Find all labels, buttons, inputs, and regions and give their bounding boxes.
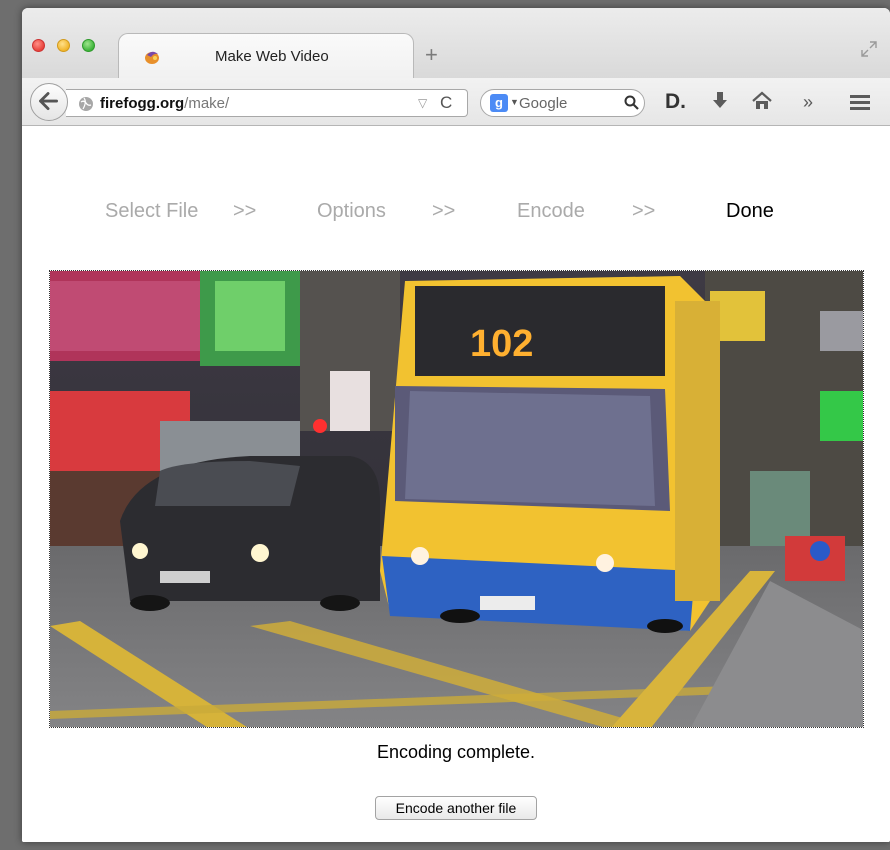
url-path: /make/: [184, 95, 230, 112]
fullscreen-icon[interactable]: [860, 40, 878, 58]
step-encode: Encode: [517, 200, 585, 222]
step-separator: >>: [233, 200, 257, 222]
reload-icon[interactable]: C: [440, 93, 452, 113]
tab-bar: Make Web Video +: [22, 8, 890, 78]
home-icon[interactable]: [751, 91, 773, 111]
tab-title: Make Web Video: [215, 48, 329, 65]
firefogg-icon: [145, 51, 159, 64]
step-separator: >>: [432, 200, 456, 222]
navigation-toolbar: firefogg.org/make/ ▽ C g ▼ Google D. »: [22, 78, 890, 126]
step-done: Done: [726, 200, 774, 222]
url-text[interactable]: firefogg.org/make/: [100, 95, 229, 112]
search-engine-dropdown-icon[interactable]: ▼: [510, 97, 519, 107]
page-content: Select File >> Options >> Encode >> Done: [22, 127, 890, 842]
video-preview[interactable]: 102: [49, 270, 864, 728]
search-input[interactable]: Google: [519, 95, 567, 112]
video-frame: 102: [50, 271, 863, 727]
globe-icon: [79, 97, 93, 111]
download-icon[interactable]: [711, 91, 729, 111]
back-button[interactable]: [30, 83, 68, 121]
new-tab-button[interactable]: +: [425, 44, 438, 66]
close-window-button[interactable]: [32, 39, 45, 52]
browser-window: Make Web Video + firefogg.org/make/ ▽ C: [22, 8, 890, 842]
tab-make-web-video[interactable]: Make Web Video: [118, 33, 414, 78]
menu-icon[interactable]: [850, 95, 870, 110]
url-history-dropdown-icon[interactable]: ▽: [418, 96, 427, 110]
d-extension-icon[interactable]: D.: [665, 91, 686, 113]
encode-another-file-button[interactable]: Encode another file: [375, 796, 537, 820]
status-message: Encoding complete.: [376, 742, 536, 762]
search-bar[interactable]: g ▼ Google: [480, 89, 645, 117]
step-select-file: Select File: [105, 200, 199, 222]
minimize-window-button[interactable]: [57, 39, 70, 52]
bus-sign-number: 102: [470, 323, 533, 365]
overflow-chevron-icon[interactable]: »: [803, 91, 813, 113]
google-search-engine-icon[interactable]: g: [490, 94, 508, 112]
url-domain: firefogg.org: [100, 95, 185, 112]
zoom-window-button[interactable]: [82, 39, 95, 52]
step-separator: >>: [632, 200, 656, 222]
step-indicator: Select File >> Options >> Encode >> Done: [22, 200, 890, 230]
back-arrow-icon: [39, 92, 58, 111]
url-bar[interactable]: firefogg.org/make/ ▽ C: [66, 89, 468, 117]
search-icon[interactable]: [624, 95, 640, 111]
step-options: Options: [317, 200, 386, 222]
